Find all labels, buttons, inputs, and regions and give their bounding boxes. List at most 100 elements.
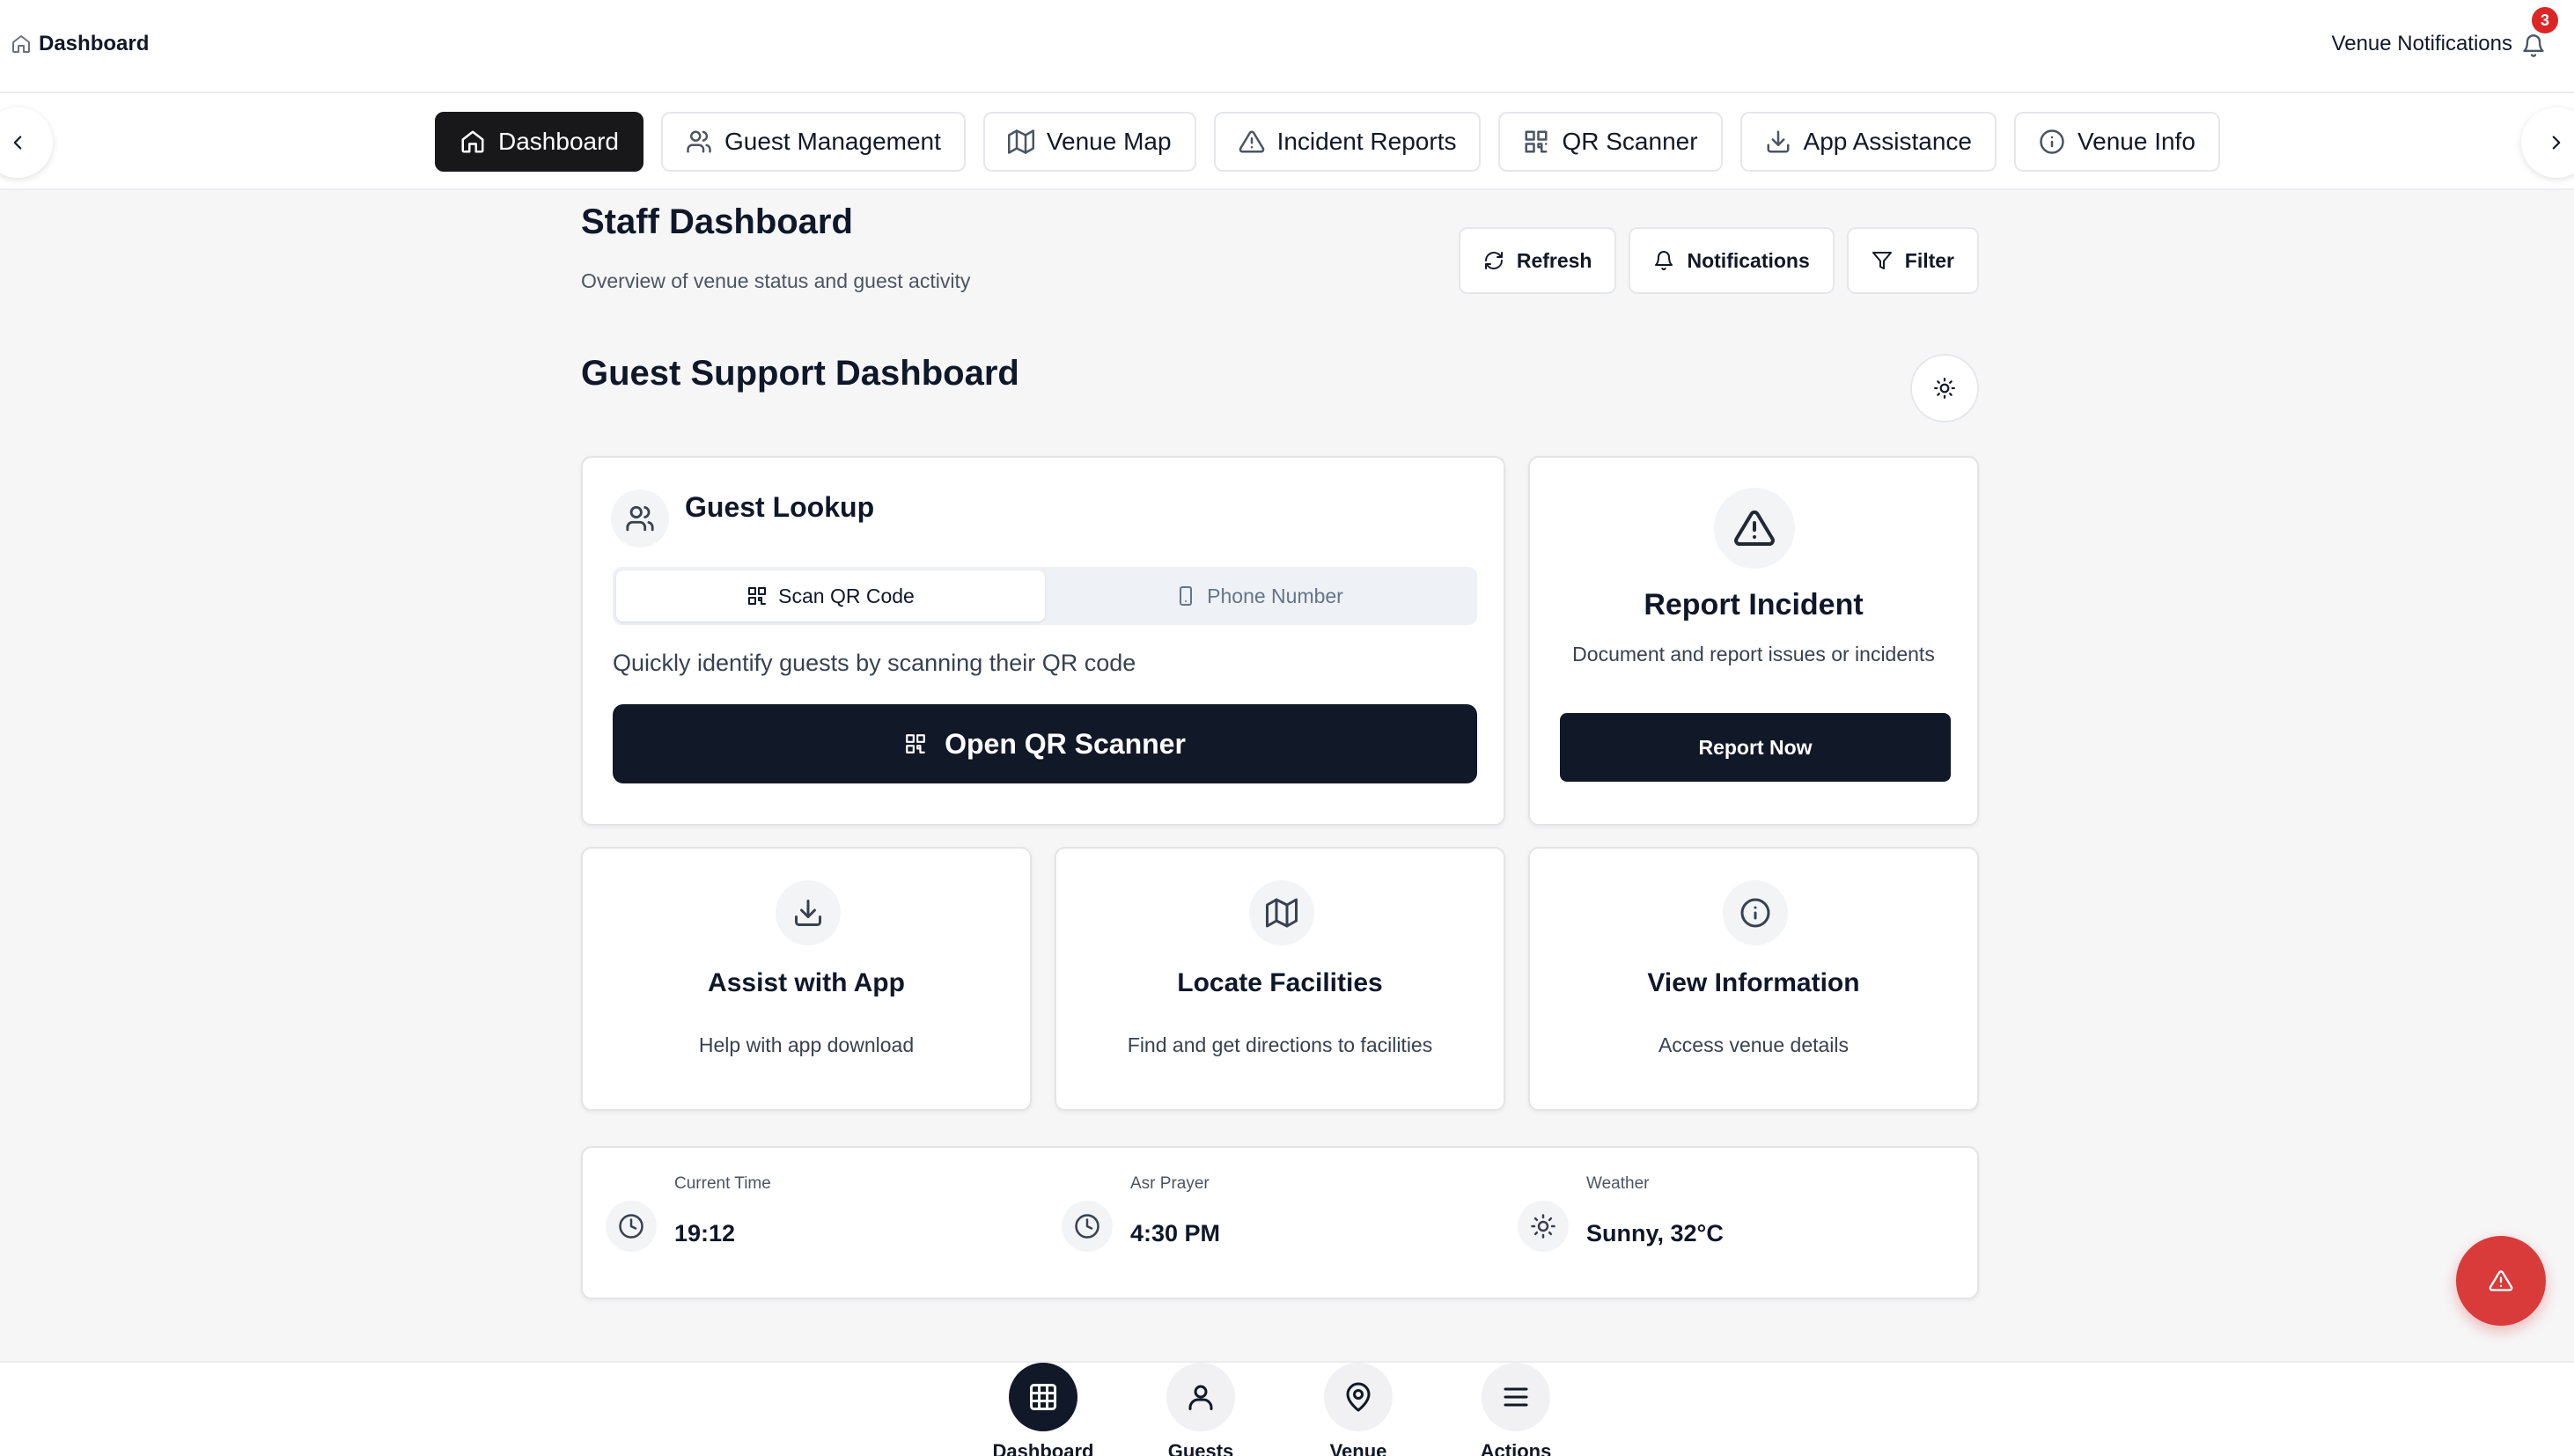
tab-phone-number[interactable]: Phone Number — [1045, 570, 1474, 621]
grid-icon-wrap — [1009, 1363, 1077, 1431]
report-incident-title: Report Incident — [1644, 588, 1864, 621]
map-pin-icon-wrap — [1324, 1363, 1393, 1431]
breadcrumb[interactable]: Dashboard — [11, 32, 149, 56]
card-title: Locate Facilities — [1177, 968, 1383, 997]
theme-toggle-button[interactable] — [1910, 354, 1979, 423]
page-actions: Refresh Notifications Filter — [1458, 227, 1979, 294]
tab-guest-management[interactable]: Guest Management — [660, 112, 966, 172]
info-icon-wrap — [1723, 880, 1788, 945]
notification-count-badge: 3 — [2532, 7, 2558, 33]
guest-lookup-title: Guest Lookup — [685, 491, 875, 523]
home-icon — [461, 130, 484, 153]
tab-dashboard[interactable]: Dashboard — [435, 112, 644, 172]
menu-icon-wrap — [1482, 1363, 1550, 1431]
status-info-card: Current Time 19:12 Asr Prayer 4:30 PM We… — [581, 1146, 1979, 1299]
chevron-right-icon — [2552, 136, 2561, 150]
notifications-button[interactable]: Notifications — [1629, 227, 1835, 294]
assist-with-app-card[interactable]: Assist with App Help with app download — [581, 847, 1032, 1111]
qr-icon — [906, 734, 925, 754]
filter-button[interactable]: Filter — [1846, 227, 1979, 294]
smartphone-icon — [1180, 586, 1193, 606]
venue-notifications-label[interactable]: Venue Notifications — [2332, 32, 2512, 56]
bottom-nav-dashboard[interactable]: Dashboard — [977, 1363, 1109, 1456]
current-time-item: Current Time 19:12 — [583, 1148, 1041, 1301]
sun-icon-wrap — [1518, 1201, 1569, 1252]
qr-icon — [748, 587, 767, 605]
bottom-nav-actions[interactable]: Actions — [1450, 1363, 1582, 1456]
bottom-nav: Dashboard Guests Venue Actions — [0, 1361, 2574, 1456]
emergency-report-fab[interactable] — [2456, 1236, 2546, 1326]
tab-label: App Assistance — [1803, 128, 1972, 155]
users-icon — [626, 505, 654, 532]
tab-label: Scan QR Code — [778, 584, 915, 607]
chevron-left-icon — [13, 136, 22, 150]
scroll-left-button[interactable] — [0, 107, 53, 178]
grid-icon — [1030, 1384, 1056, 1410]
card-description: Help with app download — [698, 1033, 915, 1056]
report-now-button[interactable]: Report Now — [1560, 713, 1951, 782]
page-subtitle: Overview of venue status and guest activ… — [581, 269, 971, 292]
locate-facilities-card[interactable]: Locate Facilities Find and get direction… — [1055, 847, 1505, 1111]
sun-icon — [1934, 378, 1955, 399]
bottom-nav-guests[interactable]: Guests — [1135, 1363, 1267, 1456]
open-qr-scanner-button[interactable]: Open QR Scanner — [613, 704, 1477, 783]
breadcrumb-label: Dashboard — [39, 32, 150, 55]
nav-tabs: Dashboard Guest Management Venue Map Inc… — [435, 112, 2220, 172]
scroll-right-button[interactable] — [2521, 107, 2574, 178]
report-incident-card: Report Incident Document and report issu… — [1528, 456, 1979, 826]
warning-icon — [1239, 130, 1264, 153]
map-icon — [1007, 129, 1034, 154]
guest-lookup-description: Quickly identify guests by scanning thei… — [613, 650, 1136, 676]
current-time-label: Current Time — [674, 1174, 771, 1193]
bottom-nav-venue[interactable]: Venue — [1292, 1363, 1424, 1456]
tab-venue-info[interactable]: Venue Info — [2014, 112, 2220, 172]
notifications-label: Notifications — [1687, 248, 1810, 272]
guest-lookup-card: Guest Lookup Scan QR Code Phone Number Q… — [581, 456, 1505, 826]
tab-label: Phone Number — [1207, 584, 1343, 607]
lookup-method-tabs: Scan QR Code Phone Number — [613, 567, 1477, 625]
info-icon — [1740, 898, 1770, 928]
filter-label: Filter — [1904, 248, 1954, 272]
bottom-nav-label: Dashboard — [992, 1440, 1094, 1456]
refresh-button[interactable]: Refresh — [1458, 227, 1617, 294]
tab-label: Venue Info — [2078, 128, 2195, 155]
refresh-icon — [1484, 252, 1503, 269]
tab-qr-scanner[interactable]: QR Scanner — [1498, 112, 1723, 172]
card-title: Assist with App — [708, 968, 905, 997]
view-information-card[interactable]: View Information Access venue details — [1528, 847, 1979, 1111]
tab-venue-map[interactable]: Venue Map — [982, 112, 1196, 172]
card-description: Find and get directions to facilities — [1127, 1033, 1433, 1056]
card-title: View Information — [1647, 968, 1860, 997]
tab-label: QR Scanner — [1562, 128, 1698, 155]
tab-scan-qr-code[interactable]: Scan QR Code — [616, 570, 1045, 621]
download-icon — [795, 900, 821, 926]
open-qr-scanner-label: Open QR Scanner — [945, 727, 1186, 760]
bottom-nav-label: Actions — [1480, 1440, 1552, 1456]
section-title: Guest Support Dashboard — [581, 354, 1019, 393]
users-icon — [687, 130, 711, 153]
tab-label: Incident Reports — [1276, 128, 1457, 155]
bell-icon — [1655, 251, 1673, 270]
weather-label: Weather — [1586, 1174, 1650, 1193]
prayer-label: Asr Prayer — [1130, 1174, 1210, 1193]
user-icon-wrap — [1166, 1363, 1235, 1431]
top-bar: Dashboard Venue Notifications 3 — [0, 0, 2574, 93]
prayer-time-item: Asr Prayer 4:30 PM — [1039, 1148, 1497, 1301]
clock-icon — [1075, 1214, 1099, 1239]
bottom-nav-label: Venue — [1329, 1440, 1387, 1456]
tab-incident-reports[interactable]: Incident Reports — [1213, 112, 1482, 172]
nav-tab-bar: Dashboard Guest Management Venue Map Inc… — [0, 93, 2574, 190]
home-icon — [12, 35, 30, 53]
warning-icon — [2489, 1270, 2513, 1291]
page-title: Staff Dashboard — [581, 202, 853, 241]
prayer-value: 4:30 PM — [1130, 1220, 1221, 1246]
refresh-label: Refresh — [1516, 248, 1592, 272]
clock-icon-wrap — [1062, 1201, 1113, 1252]
bottom-nav-label: Guests — [1167, 1440, 1234, 1456]
info-icon — [2040, 129, 2064, 154]
notifications-bell-button[interactable]: 3 — [2518, 7, 2558, 62]
filter-icon — [1872, 252, 1892, 269]
sun-icon — [1531, 1214, 1555, 1239]
tab-app-assistance[interactable]: App Assistance — [1739, 112, 1997, 172]
clock-icon — [619, 1214, 644, 1239]
